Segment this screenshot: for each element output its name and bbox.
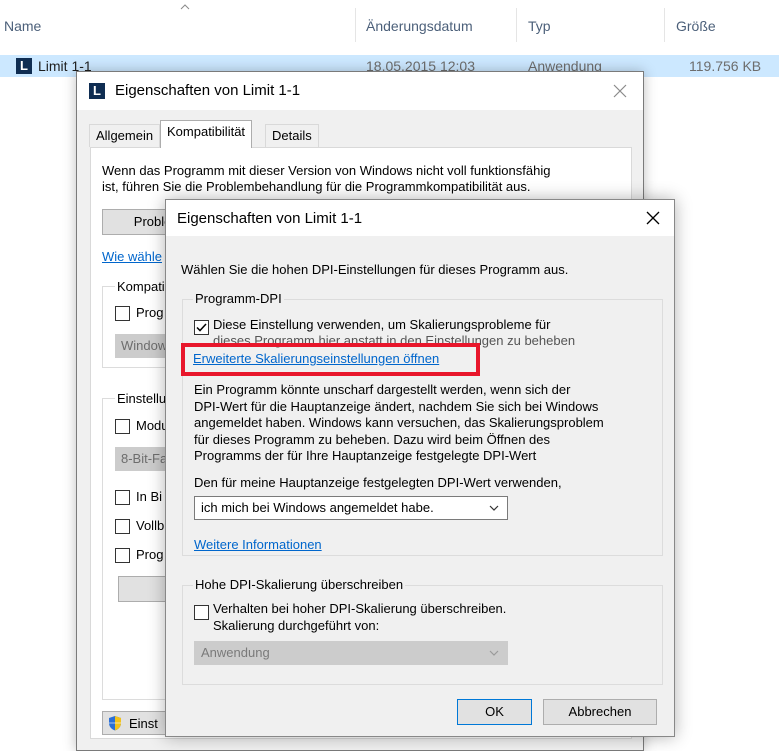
reduced-color-label: Modu	[136, 418, 169, 433]
uac-shield-icon	[109, 716, 121, 731]
intro-text-line2: ist, führen Sie die Problembehandlung fü…	[102, 179, 531, 194]
override-dpi-group-label: Hohe DPI-Skalierung überschreiben	[193, 577, 406, 592]
column-header-size[interactable]: Größe	[676, 18, 716, 34]
reduced-color-checkbox[interactable]	[115, 419, 130, 434]
use-setting-line1: Diese Einstellung verwenden, um Skalieru…	[213, 317, 551, 332]
change-all-users-label: Einst	[129, 716, 158, 731]
explain-line: Programms der für Ihre Hauptanzeige fest…	[194, 448, 537, 463]
properties-titlebar[interactable]: L Eigenschaften von Limit 1-1	[77, 72, 643, 110]
use-setting-checkbox[interactable]	[194, 320, 209, 335]
override-line1: Verhalten bei hoher DPI-Skalierung übers…	[213, 601, 507, 616]
fullscreen-opt-label: Vollb	[136, 518, 165, 533]
tab-details[interactable]: Details	[265, 124, 319, 147]
explain-line: DPI-Wert für die Hauptanzeige ändert, na…	[194, 399, 599, 414]
use-dpi-label: Den für meine Hauptanzeige festgelegten …	[194, 475, 562, 490]
more-info-link[interactable]: Weitere Informationen	[194, 537, 322, 552]
sort-ascending-icon	[180, 4, 190, 10]
intro-text-line1: Wenn das Programm mit dieser Version von…	[102, 163, 551, 178]
override-dpi-group	[182, 585, 663, 685]
tab-compatibility[interactable]: Kompatibilität	[160, 120, 253, 148]
column-header-type[interactable]: Typ	[528, 18, 551, 34]
advanced-scaling-link[interactable]: Erweiterte Skalierungseinstellungen öffn…	[193, 351, 440, 366]
scaling-performed-by-value: Anwendung	[201, 645, 270, 660]
compat-mode-checkbox[interactable]	[115, 306, 130, 321]
resolution-640-checkbox[interactable]	[115, 490, 130, 505]
column-separator[interactable]	[664, 8, 665, 42]
explain-line: für dieses Programm zu beheben. Dazu wir…	[194, 432, 550, 447]
cancel-button[interactable]: Abbrechen	[543, 699, 657, 725]
chevron-down-icon	[489, 505, 499, 511]
explain-line: Ein Programm könnte unscharf dargestellt…	[194, 382, 571, 397]
manual-compat-link[interactable]: Wie wähle	[102, 249, 162, 264]
column-header-date[interactable]: Änderungsdatum	[366, 18, 473, 34]
properties-title: Eigenschaften von Limit 1-1	[115, 82, 301, 99]
close-icon[interactable]	[613, 84, 627, 98]
dpi-instruction: Wählen Sie die hohen DPI-Einstellungen f…	[181, 262, 569, 277]
explain-line: angemeldet haben. Windows kann versuchen…	[194, 415, 604, 430]
compat-mode-label: Prog	[136, 305, 164, 320]
fullscreen-opt-checkbox[interactable]	[115, 519, 130, 534]
override-dpi-checkbox[interactable]	[194, 605, 209, 620]
run-as-admin-label: Prog	[136, 547, 164, 562]
chevron-down-icon	[489, 650, 499, 656]
resolution-640-label: In Bi	[136, 489, 163, 504]
dpi-timing-select[interactable]: ich mich bei Windows angemeldet habe.	[194, 496, 508, 520]
dpi-dialog-titlebar[interactable]: Eigenschaften von Limit 1-1	[166, 200, 674, 236]
program-dpi-group-label: Programm-DPI	[193, 291, 284, 306]
file-size: 119.756 KB	[689, 58, 762, 74]
close-icon[interactable]	[646, 211, 660, 225]
dpi-timing-value: ich mich bei Windows angemeldet habe.	[201, 500, 434, 515]
scaling-performed-by-select[interactable]: Anwendung	[194, 641, 508, 665]
tab-general[interactable]: Allgemein	[89, 124, 161, 147]
dpi-settings-dialog: Eigenschaften von Limit 1-1 Wählen Sie d…	[165, 199, 675, 737]
override-line2: Skalierung durchgeführt von:	[213, 618, 380, 633]
window-app-icon: L	[89, 83, 105, 99]
compat-mode-group-label: Kompati	[115, 279, 167, 294]
settings-group-label: Einstellu	[115, 391, 169, 406]
checkmark-icon	[196, 323, 207, 332]
column-separator[interactable]	[516, 8, 517, 42]
run-as-admin-checkbox[interactable]	[115, 548, 130, 563]
application-icon: L	[16, 58, 32, 74]
dpi-dialog-title: Eigenschaften von Limit 1-1	[177, 210, 363, 227]
column-header-name[interactable]: Name	[4, 18, 41, 34]
ok-button[interactable]: OK	[457, 699, 532, 725]
column-separator[interactable]	[355, 8, 356, 42]
